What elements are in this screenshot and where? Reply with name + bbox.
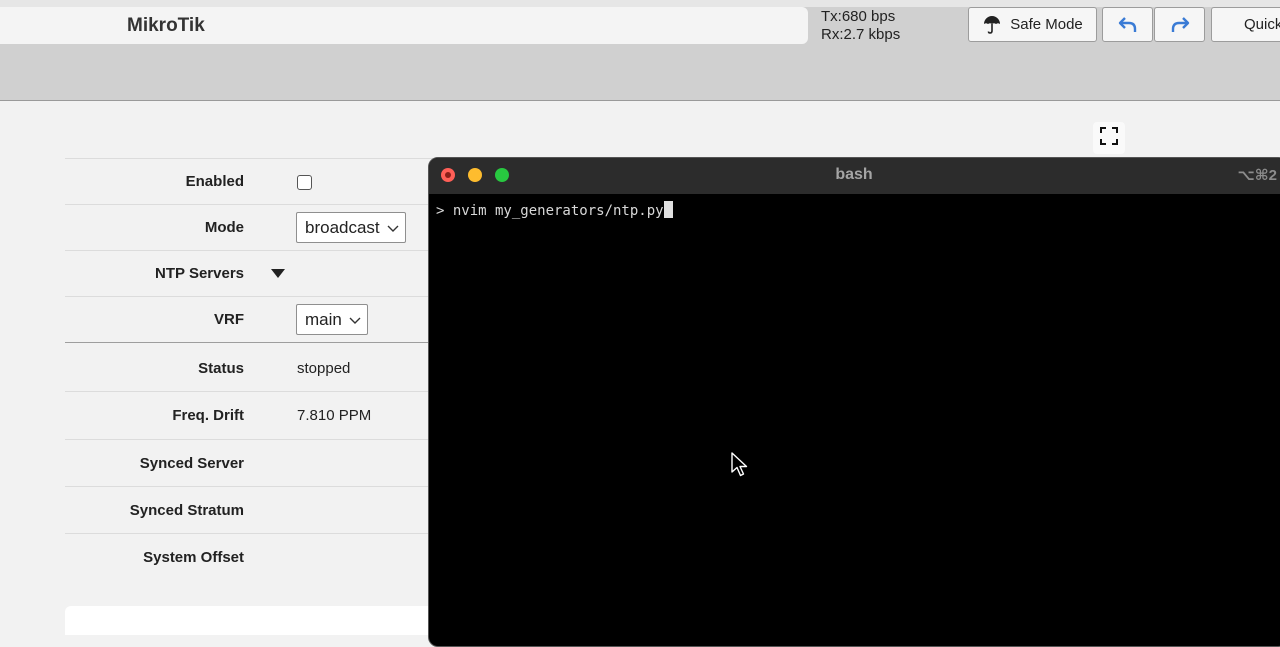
ntp-servers-row: NTP Servers xyxy=(65,250,445,296)
terminal-prompt: > xyxy=(436,203,453,219)
traffic-stats: Tx:680 bps Rx:2.7 kbps xyxy=(821,8,900,44)
fullscreen-button[interactable] xyxy=(1093,122,1125,154)
chevron-down-icon xyxy=(349,310,361,330)
fullscreen-icon xyxy=(1099,126,1119,151)
dropdown-caret-icon[interactable] xyxy=(271,266,285,284)
status-label: Status xyxy=(198,360,244,377)
ntp-client-form: Enabled Mode broadcast NTP Servers VRF m… xyxy=(65,158,445,580)
redo-button[interactable] xyxy=(1154,7,1205,42)
top-strip xyxy=(0,0,1280,7)
safe-mode-button[interactable]: Safe Mode xyxy=(968,7,1097,42)
rx-rate: Rx:2.7 kbps xyxy=(821,26,901,43)
undo-icon xyxy=(1117,15,1139,35)
terminal-titlebar[interactable]: bash ⌥⌘2 xyxy=(429,158,1280,195)
redo-icon xyxy=(1169,15,1191,35)
synced-server-row: Synced Server xyxy=(65,439,445,486)
synced-server-label: Synced Server xyxy=(139,455,244,472)
ntp-servers-label: NTP Servers xyxy=(155,265,244,282)
undo-button[interactable] xyxy=(1102,7,1153,42)
enabled-row: Enabled xyxy=(65,158,445,204)
tx-rate: Tx:680 bps xyxy=(821,8,896,25)
enabled-label: Enabled xyxy=(185,173,244,190)
terminal-shortcut: ⌥⌘2 xyxy=(1237,167,1277,184)
mode-row: Mode broadcast xyxy=(65,204,445,250)
terminal-command-line[interactable]: > nvim my_generators/ntp.py xyxy=(436,201,673,219)
text-cursor xyxy=(663,201,673,218)
mode-label: Mode xyxy=(204,219,244,236)
vrf-label: VRF xyxy=(214,311,244,328)
app-title: MikroTik xyxy=(127,15,205,36)
quick-set-button[interactable]: Quick xyxy=(1211,7,1280,42)
top-bar: MikroTik Tx:680 bps Rx:2.7 kbps Safe Mod… xyxy=(0,0,1280,101)
synced-stratum-label: Synced Stratum xyxy=(129,502,244,519)
safe-mode-label: Safe Mode xyxy=(1010,16,1083,33)
terminal-title: bash xyxy=(835,166,873,183)
freq-drift-label: Freq. Drift xyxy=(172,407,244,424)
title-box: MikroTik xyxy=(0,7,808,44)
status-row: Status stopped xyxy=(65,342,445,391)
mode-value: broadcast xyxy=(305,217,380,237)
freq-drift-row: Freq. Drift 7.810 PPM xyxy=(65,391,445,439)
system-offset-label: System Offset xyxy=(143,549,244,566)
mode-select[interactable]: broadcast xyxy=(296,212,406,243)
terminal-window[interactable]: bash ⌥⌘2 > nvim my_generators/ntp.py xyxy=(428,157,1280,647)
chevron-down-icon xyxy=(387,218,399,238)
system-offset-row: System Offset xyxy=(65,533,445,580)
next-section-panel xyxy=(65,606,445,635)
synced-stratum-row: Synced Stratum xyxy=(65,486,445,533)
umbrella-icon xyxy=(982,15,1002,35)
vrf-select[interactable]: main xyxy=(296,304,368,335)
mouse-pointer-icon xyxy=(731,452,749,483)
enabled-checkbox[interactable] xyxy=(297,175,312,190)
vrf-value: main xyxy=(305,309,342,329)
status-value: stopped xyxy=(297,360,351,377)
freq-drift-value: 7.810 PPM xyxy=(297,407,372,424)
vrf-row: VRF main xyxy=(65,296,445,342)
terminal-command: nvim my_generators/ntp.py xyxy=(452,203,664,219)
quick-label: Quick xyxy=(1244,16,1280,33)
